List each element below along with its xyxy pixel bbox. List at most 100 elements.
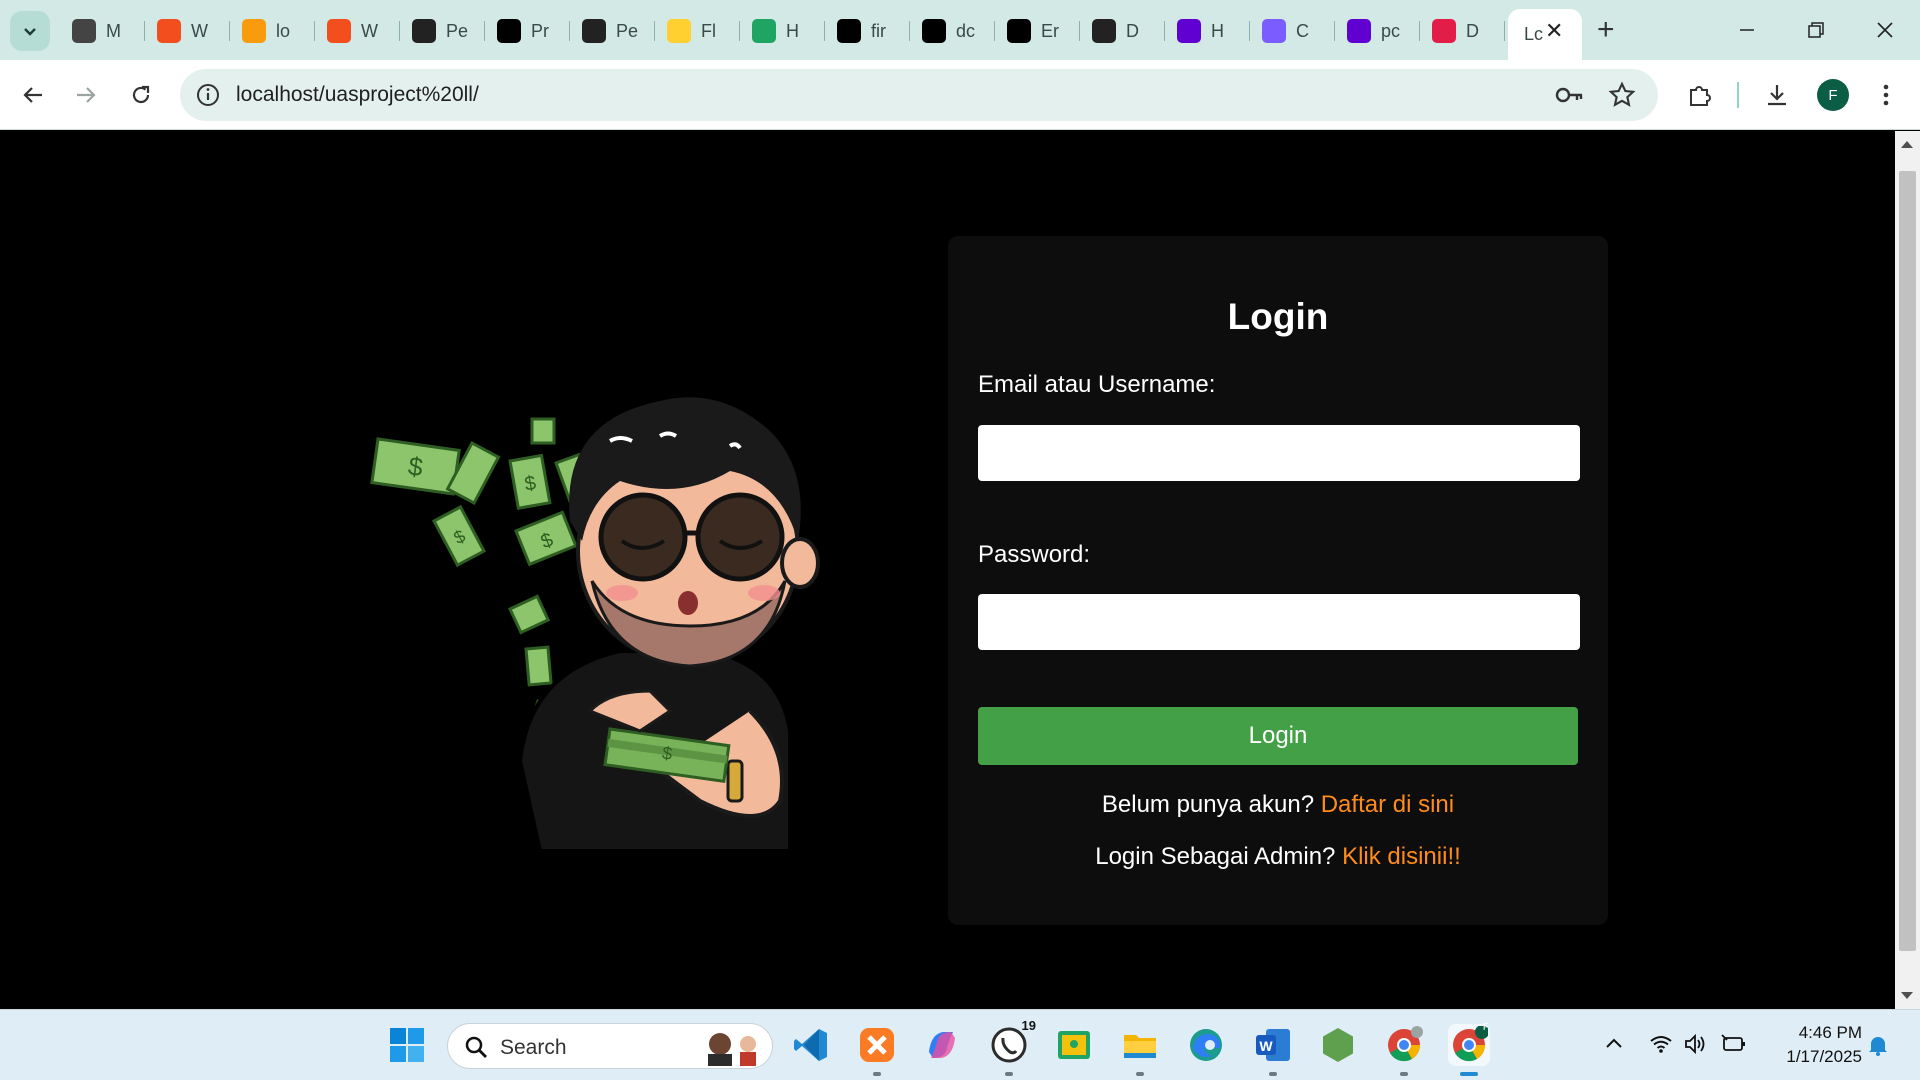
heart-icon <box>1432 19 1456 43</box>
chrome-icon[interactable] <box>1383 1024 1425 1076</box>
tab-label: Er <box>1041 20 1059 41</box>
whatsapp-icon[interactable]: 19 <box>988 1018 1036 1076</box>
wifi-icon[interactable] <box>1649 1034 1673 1060</box>
scroll-up-icon[interactable] <box>1901 141 1913 148</box>
menu-button[interactable] <box>1866 75 1906 115</box>
forward-button[interactable] <box>66 75 106 115</box>
new-tab-button[interactable]: + <box>1597 15 1615 45</box>
browser-tab[interactable]: pc <box>1335 14 1420 48</box>
arrow-right-icon <box>77 87 96 103</box>
vscode-icon[interactable] <box>790 1024 832 1066</box>
active-indicator <box>1460 1072 1478 1076</box>
admin-login-link[interactable]: Klik disinii!! <box>1342 843 1461 870</box>
address-bar[interactable]: localhost/uasproject%20ll/ <box>180 69 1658 121</box>
extensions-button[interactable] <box>1680 75 1720 115</box>
running-indicator <box>1005 1072 1013 1076</box>
close-window-button[interactable] <box>1860 10 1910 50</box>
notion-icon <box>497 19 521 43</box>
site-info-icon[interactable] <box>195 82 221 108</box>
start-button[interactable] <box>386 1024 428 1066</box>
canva-like-icon <box>1262 19 1286 43</box>
browser-tab[interactable]: C <box>1250 14 1335 48</box>
reload-button[interactable] <box>121 75 161 115</box>
tab-label: fir <box>871 20 886 41</box>
openai-icon <box>412 19 436 43</box>
edge-icon[interactable] <box>1185 1024 1227 1066</box>
phpmyadmin-icon <box>242 19 266 43</box>
chevron-up-icon <box>1606 1038 1622 1048</box>
page-scrollbar[interactable] <box>1895 131 1920 1009</box>
browser-tab[interactable]: Fl <box>655 14 740 48</box>
browser-tab[interactable]: H <box>740 14 825 48</box>
yahoo-icon <box>1177 19 1201 43</box>
scrollbar-thumb[interactable] <box>1899 171 1916 951</box>
password-field[interactable] <box>978 594 1580 650</box>
tab-label: pc <box>1381 20 1401 41</box>
word-icon[interactable]: W <box>1252 1024 1294 1076</box>
tab-search-button[interactable] <box>10 11 50 51</box>
vercel-icon <box>922 19 946 43</box>
browser-tab[interactable]: Er <box>995 14 1080 48</box>
nodejs-icon[interactable] <box>1317 1024 1359 1066</box>
browser-tab[interactable]: W <box>145 14 230 48</box>
taskbar-search[interactable]: Search <box>447 1023 773 1069</box>
tab-label: dc <box>956 20 976 41</box>
chrome-profile-badge: F <box>1482 1022 1489 1033</box>
browser-tab[interactable]: Pr <box>485 14 570 48</box>
email-field[interactable] <box>978 425 1580 481</box>
browser-tab[interactable]: W <box>315 14 400 48</box>
minimize-button[interactable] <box>1722 10 1772 50</box>
browser-tab[interactable]: D <box>1420 14 1505 48</box>
password-key-icon[interactable] <box>1554 81 1584 109</box>
file-explorer-icon[interactable] <box>1119 1024 1161 1076</box>
browser-tab[interactable]: fir <box>825 14 910 48</box>
volume-icon[interactable] <box>1684 1033 1708 1060</box>
copilot-icon[interactable] <box>921 1024 963 1066</box>
chevron-down-icon <box>24 28 36 36</box>
back-button[interactable] <box>13 75 53 115</box>
url-text[interactable]: localhost/uasproject%20ll/ <box>236 83 479 107</box>
running-indicator <box>1136 1072 1144 1076</box>
browser-tab[interactable]: Pe <box>570 14 655 48</box>
profile-avatar[interactable]: F <box>1817 79 1849 111</box>
download-icon <box>1768 85 1786 106</box>
bookmark-star-icon[interactable] <box>1608 81 1636 109</box>
tab-separator <box>1504 21 1505 41</box>
system-clock[interactable]: 4:46 PM 1/17/2025 <box>1752 1021 1862 1069</box>
drive-icon <box>752 19 776 43</box>
browser-toolbar: localhost/uasproject%20ll/ F <box>0 60 1920 130</box>
admin-prompt-text: Login Sebagai Admin? <box>1095 843 1336 870</box>
toolbar-divider <box>1737 82 1739 108</box>
show-hidden-icons-button[interactable] <box>1605 1034 1623 1058</box>
notification-bell-icon[interactable] <box>1867 1034 1889 1062</box>
classroom-icon[interactable] <box>1053 1024 1095 1066</box>
email-label: Email atau Username: <box>978 371 1216 398</box>
login-button[interactable]: Login <box>978 707 1578 765</box>
tab-label: M <box>106 20 121 41</box>
downloads-button[interactable] <box>1757 75 1797 115</box>
puzzle-icon <box>1690 86 1711 106</box>
restore-button[interactable] <box>1791 10 1841 50</box>
figma-icon <box>157 19 181 43</box>
codepen-icon <box>582 19 606 43</box>
running-indicator <box>1400 1072 1408 1076</box>
chrome-profile-icon[interactable]: F <box>1448 1022 1490 1076</box>
browser-tab[interactable]: M <box>60 14 145 48</box>
tab-label: H <box>786 20 799 41</box>
browser-tab[interactable]: lo <box>230 14 315 48</box>
register-prompt-line: Belum punya akun? Daftar di sini <box>948 791 1608 819</box>
browser-tab[interactable]: D <box>1080 14 1165 48</box>
browser-tab[interactable]: dc <box>910 14 995 48</box>
tab-label: lo <box>276 20 291 41</box>
battery-icon[interactable] <box>1721 1034 1747 1060</box>
register-link[interactable]: Daftar di sini <box>1321 791 1454 818</box>
close-tab-icon[interactable]: ✕ <box>1545 18 1563 44</box>
login-card: Login Email atau Username: Password: Log… <box>948 236 1608 925</box>
browser-tab[interactable]: Pe <box>400 14 485 48</box>
tab-label: H <box>1211 20 1224 41</box>
tab-label: W <box>361 20 378 41</box>
xampp-icon[interactable] <box>856 1024 898 1076</box>
search-icon <box>465 1036 487 1058</box>
browser-tab[interactable]: H <box>1165 14 1250 48</box>
scroll-down-icon[interactable] <box>1901 992 1913 999</box>
